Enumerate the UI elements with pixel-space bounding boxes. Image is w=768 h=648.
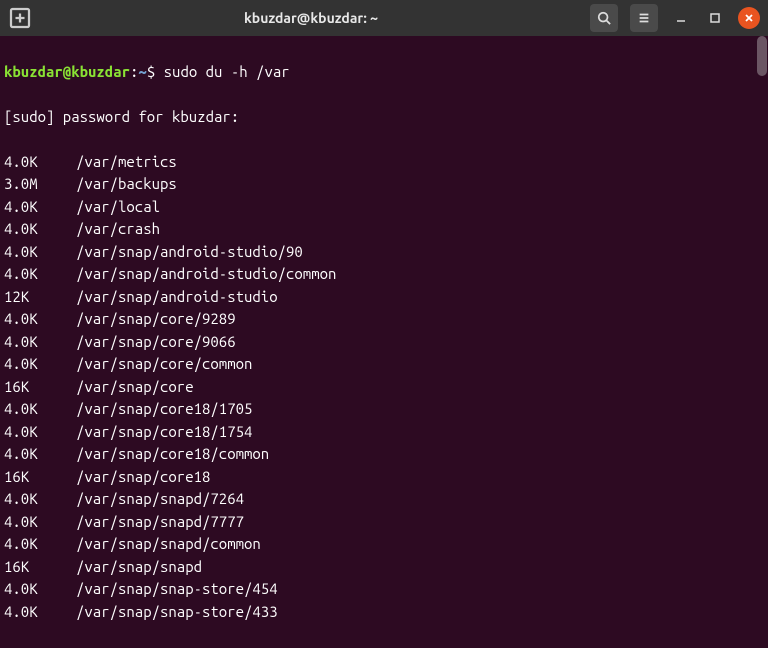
output-line: 16K/var/snap/core — [4, 376, 764, 399]
window-title: kbuzdar@kbuzdar: ~ — [40, 10, 582, 26]
prompt-path: ~ — [138, 63, 146, 80]
output-size: 4.0K — [4, 578, 76, 601]
output-path: /var/snap/snapd — [76, 556, 202, 579]
output-size: 4.0K — [4, 218, 76, 241]
scrollbar-thumb[interactable] — [757, 36, 767, 76]
output-size: 4.0K — [4, 308, 76, 331]
output-line: 16K/var/snap/core18 — [4, 466, 764, 489]
output-path: /var/snap/core18/1754 — [76, 421, 252, 444]
output-path: /var/snap/android-studio/90 — [76, 241, 303, 264]
output-path: /var/snap/core/common — [76, 353, 252, 376]
output-line: 4.0K/var/local — [4, 196, 764, 219]
output-line: 4.0K/var/snap/snapd/common — [4, 533, 764, 556]
output-size: 4.0K — [4, 443, 76, 466]
output-line: 4.0K/var/snap/snap-store/454 — [4, 578, 764, 601]
output-line: 4.0K/var/snap/core/common — [4, 353, 764, 376]
output-path: /var/backups — [76, 173, 177, 196]
new-tab-button[interactable] — [8, 6, 32, 30]
output-size: 4.0K — [4, 398, 76, 421]
prompt-dollar: $ — [147, 63, 164, 80]
output-size: 4.0K — [4, 263, 76, 286]
output-line: 4.0K/var/metrics — [4, 151, 764, 174]
output-size: 4.0K — [4, 421, 76, 444]
output-size: 4.0K — [4, 331, 76, 354]
output-line: 4.0K/var/snap/core18/1754 — [4, 421, 764, 444]
command-text: sudo du -h /var — [164, 63, 290, 80]
output-path: /var/snap/core/9066 — [76, 331, 236, 354]
output-line: 4.0K/var/snap/snap-store/433 — [4, 601, 764, 624]
output-path: /var/local — [76, 196, 160, 219]
titlebar-right — [590, 4, 760, 32]
sudo-prompt: [sudo] password for kbuzdar: — [4, 106, 764, 129]
output-line: 4.0K/var/snap/android-studio/90 — [4, 241, 764, 264]
output-size: 12K — [4, 286, 76, 309]
output-size: 16K — [4, 376, 76, 399]
output-path: /var/snap/core/9289 — [76, 308, 236, 331]
output-line: 4.0K/var/snap/core18/1705 — [4, 398, 764, 421]
output-line: 12K/var/snap/android-studio — [4, 286, 764, 309]
output-size: 16K — [4, 556, 76, 579]
output-path: /var/crash — [76, 218, 160, 241]
output-size: 4.0K — [4, 353, 76, 376]
output-size: 3.0M — [4, 173, 76, 196]
output-container: 4.0K/var/metrics3.0M/var/backups4.0K/var… — [4, 151, 764, 624]
output-path: /var/snap/core18/common — [76, 443, 269, 466]
output-line: 4.0K/var/snap/android-studio/common — [4, 263, 764, 286]
output-line: 4.0K/var/snap/core18/common — [4, 443, 764, 466]
output-size: 16K — [4, 466, 76, 489]
output-path: /var/snap/android-studio — [76, 286, 278, 309]
prompt-user-host: kbuzdar@kbuzdar — [4, 63, 130, 80]
output-size: 4.0K — [4, 533, 76, 556]
output-path: /var/snap/snapd/common — [76, 533, 261, 556]
output-path: /var/snap/core18 — [76, 466, 210, 489]
output-line: 3.0M/var/backups — [4, 173, 764, 196]
menu-button[interactable] — [630, 4, 658, 32]
titlebar-left — [8, 6, 32, 30]
maximize-button[interactable] — [704, 7, 726, 29]
output-path: /var/metrics — [76, 151, 177, 174]
search-button[interactable] — [590, 4, 618, 32]
output-size: 4.0K — [4, 196, 76, 219]
output-size: 4.0K — [4, 488, 76, 511]
output-path: /var/snap/android-studio/common — [76, 263, 336, 286]
prompt-line: kbuzdar@kbuzdar:~$ sudo du -h /var — [4, 61, 764, 84]
close-button[interactable] — [738, 7, 760, 29]
output-path: /var/snap/core18/1705 — [76, 398, 252, 421]
output-size: 4.0K — [4, 241, 76, 264]
output-line: 16K/var/snap/snapd — [4, 556, 764, 579]
titlebar: kbuzdar@kbuzdar: ~ — [0, 0, 768, 36]
output-size: 4.0K — [4, 601, 76, 624]
scrollbar[interactable] — [756, 36, 768, 522]
output-path: /var/snap/snap-store/454 — [76, 578, 278, 601]
output-line: 4.0K/var/snap/core/9289 — [4, 308, 764, 331]
output-path: /var/snap/snapd/7264 — [76, 488, 244, 511]
output-line: 4.0K/var/crash — [4, 218, 764, 241]
output-path: /var/snap/core — [76, 376, 194, 399]
output-path: /var/snap/snap-store/433 — [76, 601, 278, 624]
output-size: 4.0K — [4, 151, 76, 174]
minimize-button[interactable] — [670, 7, 692, 29]
terminal-body[interactable]: kbuzdar@kbuzdar:~$ sudo du -h /var [sudo… — [0, 36, 768, 648]
output-line: 4.0K/var/snap/core/9066 — [4, 331, 764, 354]
output-line: 4.0K/var/snap/snapd/7264 — [4, 488, 764, 511]
